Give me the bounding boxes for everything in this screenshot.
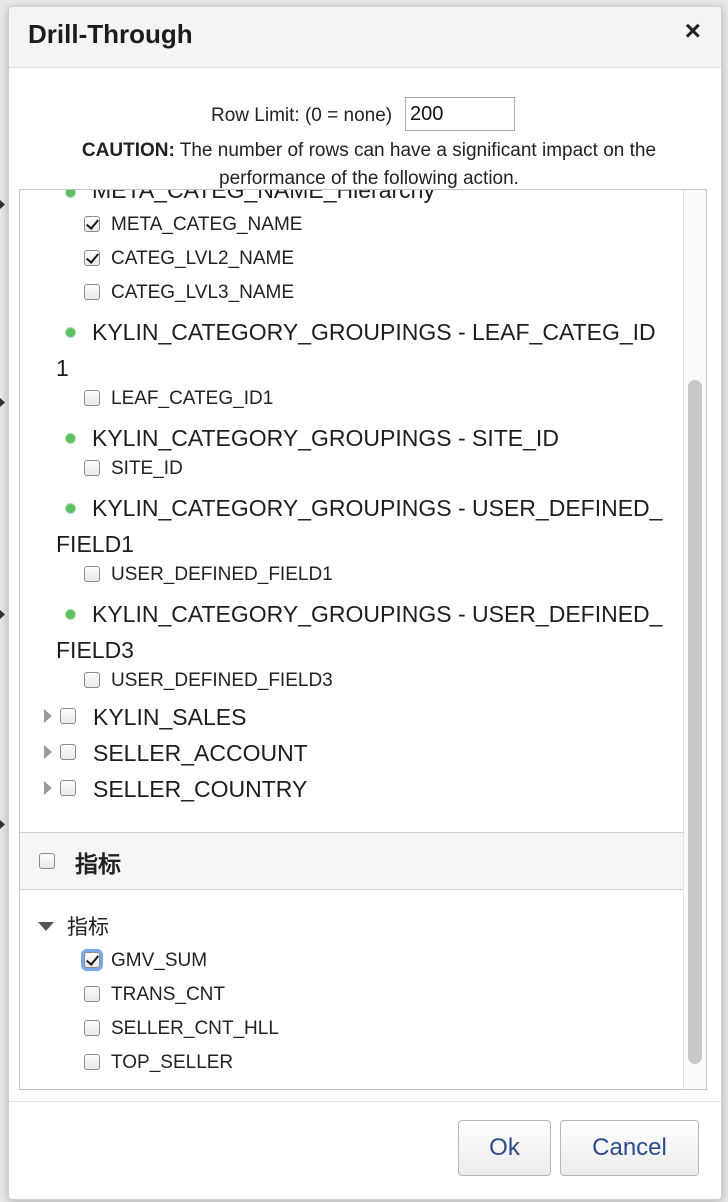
checkbox-seller-cnt-hll[interactable] (84, 1020, 100, 1036)
row-limit-input[interactable] (405, 97, 515, 131)
checkbox-leaf-categ-id1[interactable] (84, 390, 100, 406)
tree-group-leaf-categ-id-wrap: 1 (56, 355, 69, 381)
dialog-header: Drill-Through × (9, 7, 721, 68)
checkbox-seller-account[interactable] (60, 744, 76, 760)
checkbox-top-seller[interactable] (84, 1054, 100, 1070)
tree-node-kylin-sales[interactable]: KYLIN_SALES (93, 699, 246, 735)
caution-message: CAUTION: The number of rows can have a s… (49, 137, 689, 193)
checkbox-trans-cnt[interactable] (84, 986, 100, 1002)
backdrop-edge (0, 0, 8, 1202)
group-status-dot-icon (66, 610, 75, 619)
leaf-label: CATEG_LVL3_NAME (111, 282, 295, 303)
tree-group-user-defined-field1[interactable]: KYLIN_CATEGORY_GROUPINGS - USER_DEFINED_ (92, 490, 662, 526)
group-status-dot-icon (66, 504, 75, 513)
tree-group-meta-categ-hierarchy[interactable]: META_CATEG_NAME_Hierarchy (92, 190, 435, 208)
backdrop-arrow-icon (0, 820, 5, 829)
dialog-title: Drill-Through (28, 19, 193, 49)
caution-text: The number of rows can have a significan… (174, 140, 657, 189)
tree-node-seller-account[interactable]: SELLER_ACCOUNT (93, 735, 308, 771)
tree-group-user-defined-field3-wrap: FIELD3 (56, 637, 134, 663)
measures-group-label[interactable]: 指标 (67, 911, 109, 941)
ok-button[interactable]: Ok (458, 1120, 551, 1176)
checkbox-site-id[interactable] (84, 460, 100, 476)
expand-arrow-icon[interactable] (44, 745, 52, 759)
tree-group-user-defined-field3[interactable]: KYLIN_CATEGORY_GROUPINGS - USER_DEFINED_ (92, 596, 662, 632)
tree-content: META_CATEG_NAME_Hierarchy META_CATEG_NAM… (20, 190, 684, 1089)
tree-group-user-defined-field1-wrap: FIELD1 (56, 531, 134, 557)
leaf-label: CATEG_LVL2_NAME (111, 248, 295, 269)
checkbox-user-defined-field3[interactable] (84, 672, 100, 688)
checkbox-categ-lvl3-name[interactable] (84, 284, 100, 300)
row-limit-label: Row Limit: (0 = none) (211, 105, 393, 126)
checkbox-categ-lvl2-name[interactable] (84, 250, 100, 266)
backdrop-arrow-icon (0, 610, 5, 619)
leaf-label: META_CATEG_NAME (111, 214, 303, 235)
backdrop-arrow-icon (0, 200, 5, 209)
leaf-label: TOP_SELLER (111, 1052, 234, 1073)
checkbox-meta-categ-name[interactable] (84, 216, 100, 232)
collapse-arrow-icon[interactable] (38, 922, 54, 931)
leaf-label: SELLER_CNT_HLL (111, 1018, 279, 1039)
group-status-dot-icon (66, 434, 75, 443)
caution-bold-label: CAUTION: (81, 140, 175, 161)
leaf-label: USER_DEFINED_FIELD3 (111, 670, 333, 691)
scrollbar-thumb[interactable] (688, 380, 702, 1064)
tree-group-leaf-categ-id[interactable]: KYLIN_CATEGORY_GROUPINGS - LEAF_CATEG_ID (92, 314, 656, 350)
vertical-scrollbar[interactable] (683, 190, 706, 1089)
checkbox-seller-country[interactable] (60, 780, 76, 796)
measures-header-label: 指标 (75, 851, 121, 877)
checkbox-user-defined-field1[interactable] (84, 566, 100, 582)
close-icon[interactable]: × (685, 17, 701, 45)
leaf-label: GMV_SUM (111, 950, 208, 971)
expand-arrow-icon[interactable] (44, 709, 52, 723)
group-status-dot-icon (66, 190, 75, 197)
group-status-dot-icon (66, 328, 75, 337)
tree-node-seller-country[interactable]: SELLER_COUNTRY (93, 771, 307, 807)
leaf-label: SITE_ID (111, 458, 183, 479)
cancel-button[interactable]: Cancel (560, 1120, 699, 1176)
expand-arrow-icon[interactable] (44, 781, 52, 795)
checkbox-all-measures[interactable] (39, 853, 55, 869)
dimension-tree-panel: META_CATEG_NAME_Hierarchy META_CATEG_NAM… (19, 189, 707, 1090)
drill-through-dialog: Drill-Through × Row Limit: (0 = none) CA… (8, 6, 722, 1200)
checkbox-gmv-sum[interactable] (84, 952, 100, 968)
backdrop-arrow-icon (0, 398, 5, 407)
leaf-label: TRANS_CNT (111, 984, 226, 1005)
leaf-label: USER_DEFINED_FIELD1 (111, 564, 333, 585)
row-limit-row: Row Limit: (0 = none) (9, 97, 721, 137)
tree-group-site-id[interactable]: KYLIN_CATEGORY_GROUPINGS - SITE_ID (92, 420, 559, 456)
measures-section-header: 指标 (20, 832, 684, 890)
leaf-label: LEAF_CATEG_ID1 (111, 388, 274, 409)
checkbox-kylin-sales[interactable] (60, 708, 76, 724)
